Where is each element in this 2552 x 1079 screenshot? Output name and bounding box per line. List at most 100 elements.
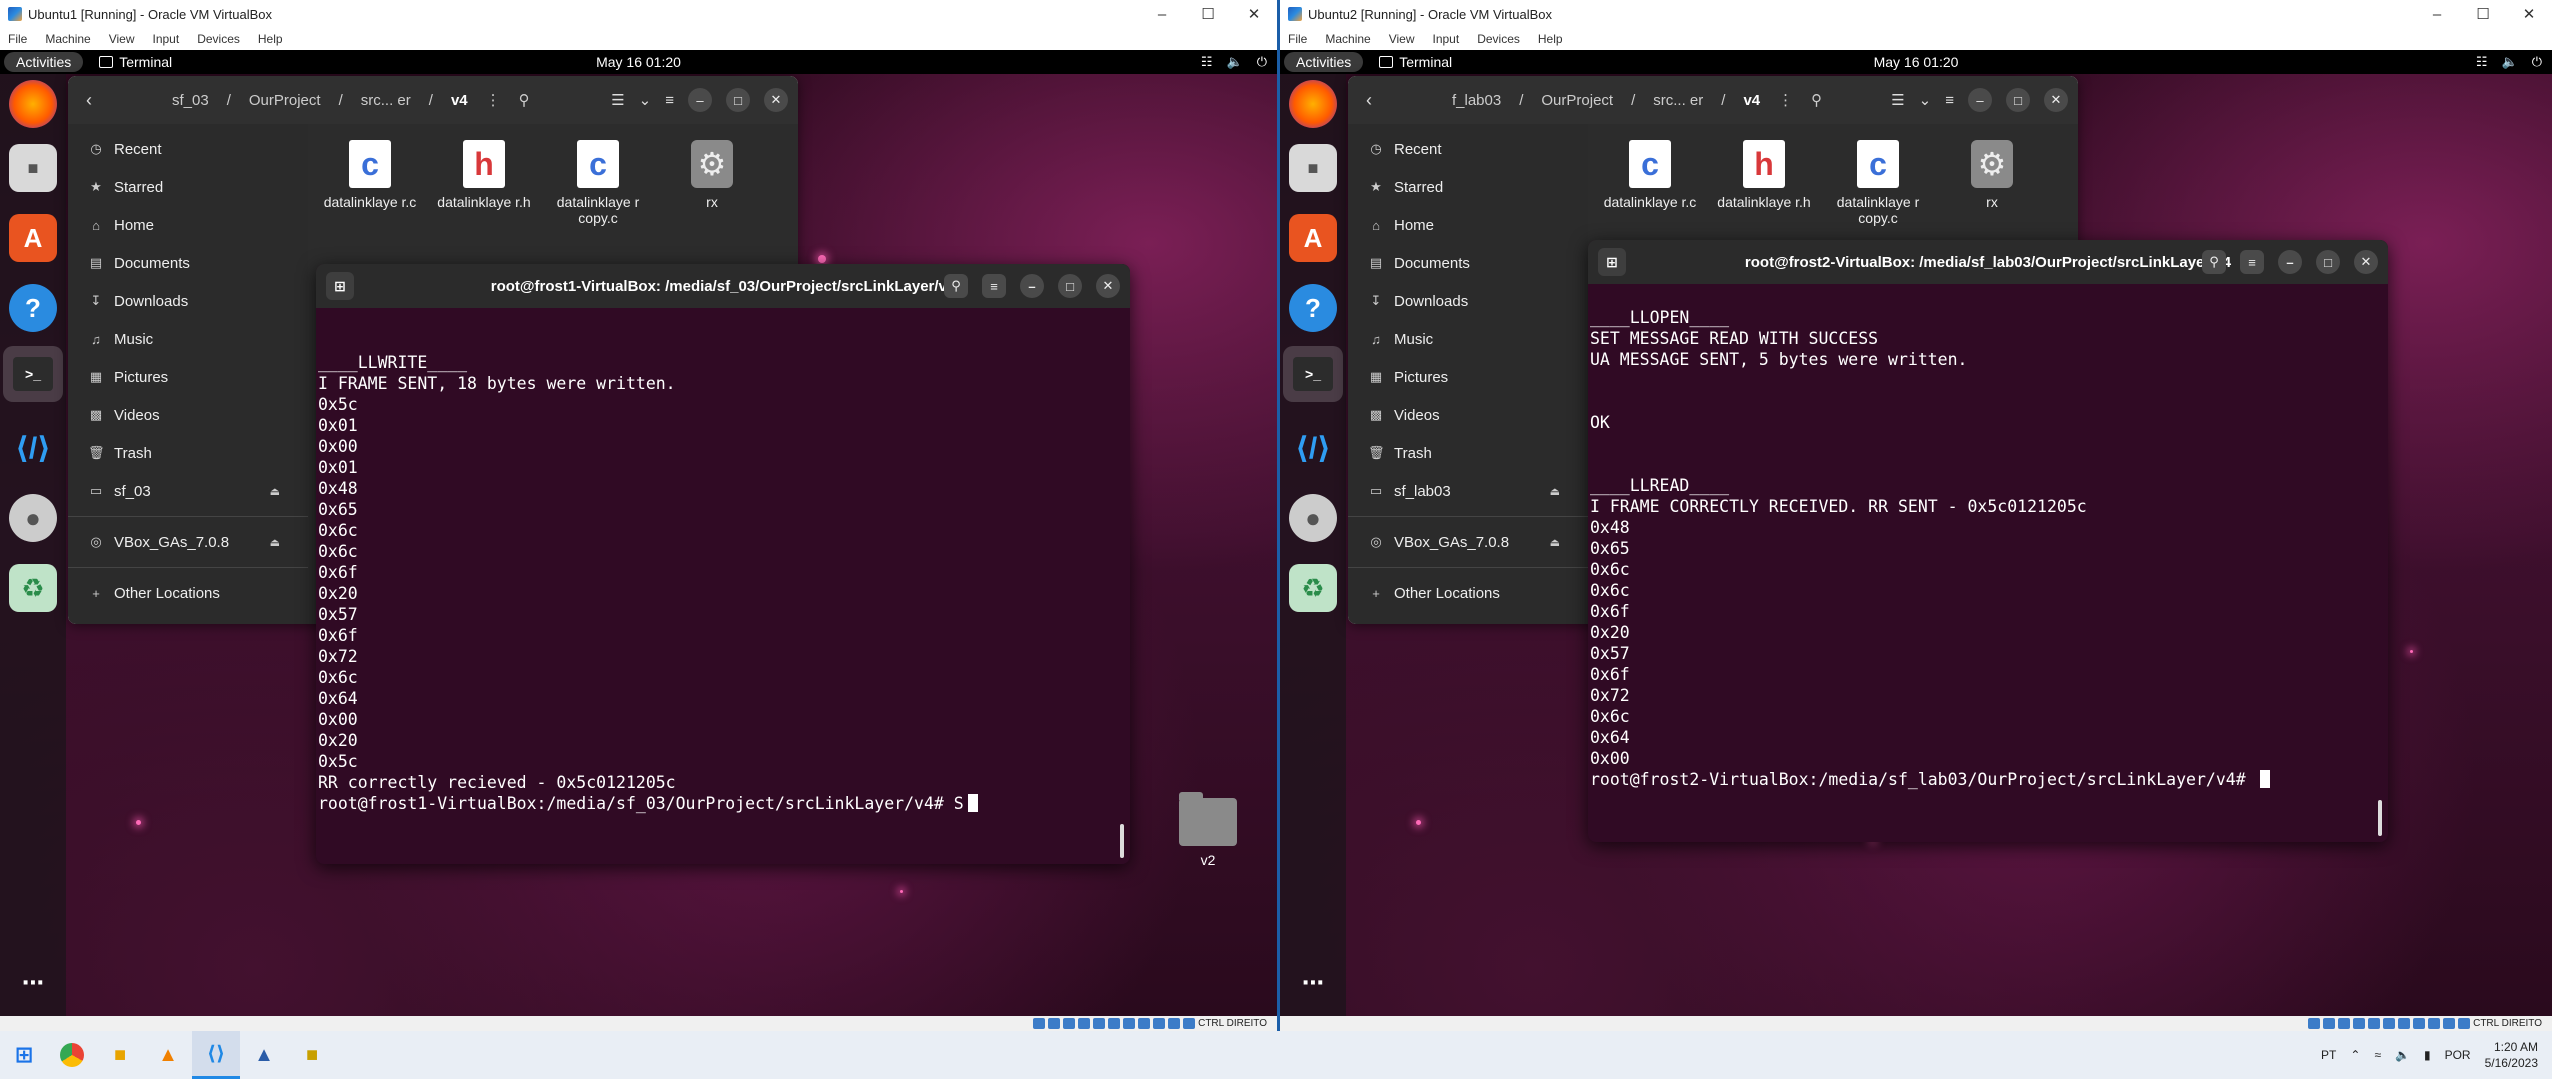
menu-icon[interactable]: ≡ — [665, 92, 674, 109]
app-icon[interactable]: ■ — [288, 1031, 336, 1079]
new-tab-icon[interactable]: ⊞ — [326, 272, 354, 300]
terminal-dock-item[interactable]: >_ — [3, 346, 63, 402]
menu-view[interactable]: View — [1389, 32, 1415, 46]
menu-devices[interactable]: Devices — [197, 32, 240, 46]
firefox-icon[interactable] — [9, 80, 57, 128]
maximize-button[interactable]: □ — [2006, 88, 2030, 112]
maximize-button[interactable]: ☐ — [2460, 0, 2506, 28]
desktop-folder[interactable]: v2 — [1168, 792, 1248, 868]
menu-input[interactable]: Input — [1433, 32, 1460, 46]
sidebar-item-recent[interactable]: ◷ Recent — [1348, 130, 1588, 168]
file-item[interactable]: c datalinklaye r.c — [1600, 140, 1700, 210]
sidebar-item-pictures[interactable]: ▦ Pictures — [1348, 358, 1588, 396]
view-list-icon[interactable]: ☰ — [1891, 91, 1904, 109]
software-icon[interactable]: A — [1289, 214, 1337, 262]
vlc-icon[interactable]: ▲ — [144, 1031, 192, 1079]
sidebar-item-downloads[interactable]: ↧ Downloads — [68, 282, 308, 320]
new-tab-icon[interactable]: ⊞ — [1598, 248, 1626, 276]
minimize-button[interactable]: – — [1968, 88, 1992, 112]
view-list-icon[interactable]: ☰ — [611, 91, 624, 109]
sidebar-item-starred[interactable]: ★ Starred — [1348, 168, 1588, 206]
recycle-icon[interactable]: ♻ — [9, 564, 57, 612]
app-menu[interactable]: Terminal — [99, 54, 172, 70]
eject-icon[interactable]: ⏏ — [1550, 485, 1560, 498]
sidebar-item-pictures[interactable]: ▦ Pictures — [68, 358, 308, 396]
file-item[interactable]: c datalinklaye r copy.c — [1828, 140, 1928, 226]
sidebar-item-other-locations[interactable]: + Other Locations — [68, 574, 308, 612]
sidebar-item-recent[interactable]: ◷ Recent — [68, 130, 308, 168]
software-icon[interactable]: A — [9, 214, 57, 262]
sidebar-item-home[interactable]: ⌂ Home — [1348, 206, 1588, 244]
sidebar-item-trash[interactable]: 🗑 Trash — [1348, 434, 1588, 472]
scrollbar[interactable] — [2378, 800, 2382, 836]
close-button[interactable]: ✕ — [2354, 250, 2378, 274]
search-icon[interactable]: ⚲ — [944, 274, 968, 298]
breadcrumb-current[interactable]: v4 — [451, 92, 468, 109]
activities-button[interactable]: Activities — [1284, 52, 1364, 72]
recycle-icon[interactable]: ♻ — [1289, 564, 1337, 612]
search-icon[interactable]: ⚲ — [2202, 250, 2226, 274]
breadcrumb-item[interactable]: f_lab03 — [1452, 92, 1501, 109]
sidebar-item-trash[interactable]: 🗑 Trash — [68, 434, 308, 472]
file-item[interactable]: ⚙ rx — [1942, 140, 2042, 210]
sidebar-item-music[interactable]: ♫ Music — [68, 320, 308, 358]
close-button[interactable]: ✕ — [2506, 0, 2552, 28]
sidebar-item-documents[interactable]: ▤ Documents — [68, 244, 308, 282]
scrollbar[interactable] — [1120, 824, 1124, 858]
virtualbox-icon[interactable]: ▲ — [240, 1031, 288, 1079]
file-item[interactable]: c datalinklaye r copy.c — [548, 140, 648, 226]
terminal-dock-item[interactable]: >_ — [1283, 346, 1343, 402]
more-icon[interactable]: ⋮ — [1778, 91, 1793, 109]
minimize-button[interactable]: – — [1020, 274, 1044, 298]
taskbar-clock[interactable]: 1:20 AM 5/16/2023 — [2485, 1039, 2538, 1071]
eject-icon[interactable]: ⏏ — [270, 536, 280, 549]
sidebar-item-documents[interactable]: ▤ Documents — [1348, 244, 1588, 282]
keyboard-layout[interactable]: POR — [2445, 1048, 2471, 1062]
close-button[interactable]: ✕ — [2044, 88, 2068, 112]
chevron-down-icon[interactable]: ⌄ — [639, 91, 652, 109]
breadcrumb-item[interactable]: OurProject — [249, 92, 321, 109]
system-tray[interactable]: ☷ 🔈 ⏻ — [2476, 54, 2542, 70]
file-item[interactable]: h datalinklaye r.h — [434, 140, 534, 210]
menu-icon[interactable]: ≡ — [982, 274, 1006, 298]
menu-icon[interactable]: ≡ — [2240, 250, 2264, 274]
menu-file[interactable]: File — [1288, 32, 1307, 46]
minimize-button[interactable]: – — [2414, 0, 2460, 28]
sidebar-item-shared-folder[interactable]: ▭ sf_03 ⏏ — [68, 472, 308, 510]
menu-machine[interactable]: Machine — [1325, 32, 1370, 46]
sidebar-item-vbox-gas[interactable]: ◎ VBox_GAs_7.0.8 ⏏ — [68, 523, 308, 561]
show-apps-icon[interactable]: ⋯ — [1289, 959, 1337, 1007]
vscode-icon[interactable]: ⟨⟩ — [192, 1031, 240, 1079]
file-item[interactable]: c datalinklaye r.c — [320, 140, 420, 210]
back-icon[interactable]: ‹ — [86, 90, 92, 111]
menu-icon[interactable]: ≡ — [1945, 92, 1954, 109]
search-icon[interactable]: ⚲ — [519, 91, 530, 109]
clock[interactable]: May 16 01:20 — [596, 54, 681, 70]
disc-icon[interactable]: ● — [1289, 494, 1337, 542]
maximize-button[interactable]: ☐ — [1185, 0, 1231, 28]
app-menu[interactable]: Terminal — [1379, 54, 1452, 70]
file-explorer-icon[interactable]: ■ — [96, 1031, 144, 1079]
breadcrumb-item[interactable]: OurProject — [1541, 92, 1613, 109]
minimize-button[interactable]: – — [2278, 250, 2302, 274]
sidebar-item-music[interactable]: ♫ Music — [1348, 320, 1588, 358]
clock[interactable]: May 16 01:20 — [1874, 54, 1959, 70]
files-icon[interactable]: ■ — [9, 144, 57, 192]
minimize-button[interactable]: – — [688, 88, 712, 112]
breadcrumb-item[interactable]: sf_03 — [172, 92, 209, 109]
show-apps-icon[interactable]: ⋯ — [9, 959, 57, 1007]
volume-icon[interactable]: 🔈 — [2395, 1048, 2410, 1062]
firefox-icon[interactable] — [1289, 80, 1337, 128]
more-icon[interactable]: ⋮ — [486, 91, 501, 109]
sidebar-item-starred[interactable]: ★ Starred — [68, 168, 308, 206]
sidebar-item-shared-folder[interactable]: ▭ sf_lab03 ⏏ — [1348, 472, 1588, 510]
wifi-icon[interactable]: ≈ — [2374, 1048, 2381, 1062]
sidebar-item-other-locations[interactable]: + Other Locations — [1348, 574, 1588, 612]
maximize-button[interactable]: □ — [1058, 274, 1082, 298]
language-indicator[interactable]: PT — [2321, 1048, 2336, 1062]
terminal-output[interactable]: ____LLOPEN____ SET MESSAGE READ WITH SUCC… — [1588, 284, 2388, 842]
file-item[interactable]: ⚙ rx — [662, 140, 762, 210]
close-button[interactable]: ✕ — [1231, 0, 1277, 28]
sidebar-item-videos[interactable]: ▩ Videos — [68, 396, 308, 434]
chevron-down-icon[interactable]: ⌄ — [1919, 91, 1932, 109]
